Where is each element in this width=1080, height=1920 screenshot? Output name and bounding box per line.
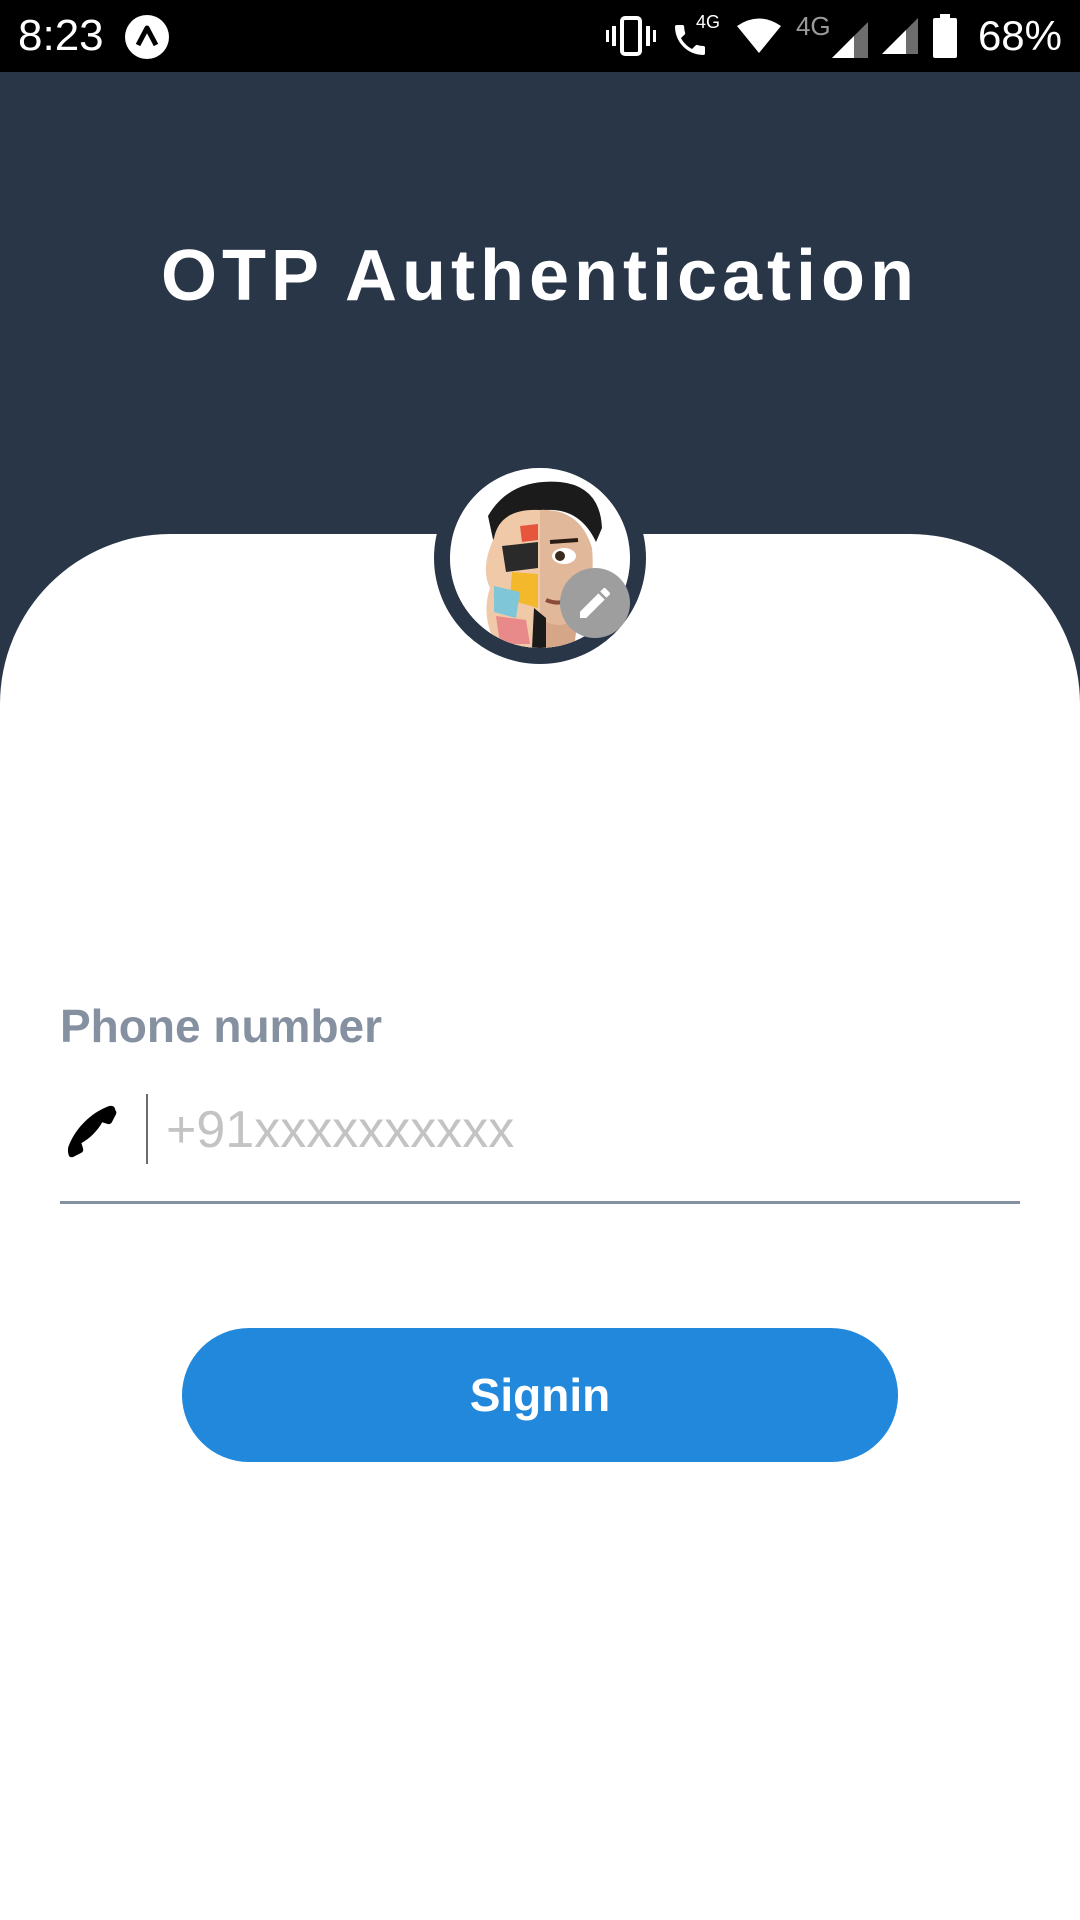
- call-network-label: 4G: [695, 12, 720, 32]
- wifi-icon: [736, 18, 781, 53]
- phone-number-input[interactable]: [166, 1090, 1016, 1170]
- app-notification-icon: [125, 15, 169, 59]
- page-title: OTP Authentication: [160, 236, 919, 316]
- signal-icon-secondary: [881, 18, 918, 54]
- status-bar: 8:23 4G 4G 68%: [0, 0, 1080, 72]
- form-card: [0, 534, 1080, 1920]
- edit-avatar-button[interactable]: [560, 568, 630, 638]
- signal-icon: [831, 22, 868, 58]
- signin-button[interactable]: Signin: [182, 1328, 898, 1462]
- status-icons: 4G 4G 68%: [605, 10, 1062, 62]
- otp-auth-screen: 8:23 4G 4G 68% OTP Authentication Phone …: [0, 0, 1080, 1920]
- phone-icon: [67, 1105, 117, 1158]
- phone-number-label: Phone number: [60, 1000, 383, 1052]
- pencil-icon: [580, 587, 610, 618]
- status-time: 8:23: [18, 11, 104, 60]
- phone-field-divider: [146, 1094, 148, 1164]
- cellular-indicator: 4G: [796, 12, 868, 60]
- battery-percent: 68%: [977, 12, 1062, 59]
- battery-icon: [932, 14, 957, 58]
- volte-call-indicator: 4G: [670, 12, 722, 60]
- cellular-network-label: 4G: [795, 11, 831, 41]
- vibrate-icon: [605, 16, 656, 56]
- phone-field[interactable]: [60, 1090, 1020, 1204]
